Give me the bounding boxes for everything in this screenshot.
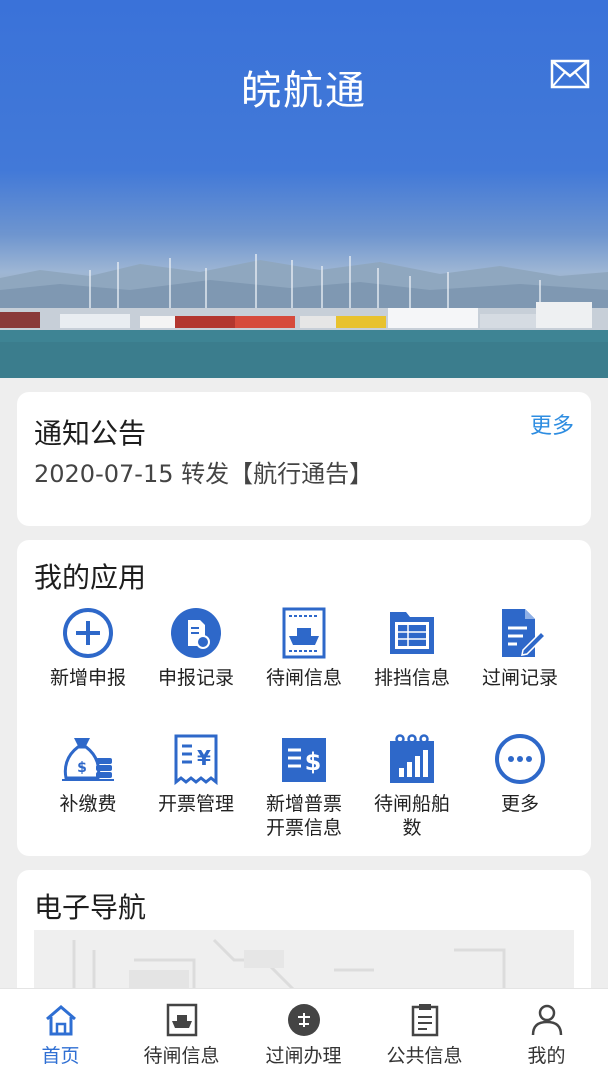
clipboard-icon — [411, 1004, 438, 1037]
notice-more-link[interactable]: 更多 — [530, 408, 574, 440]
ship-lock-icon — [282, 607, 326, 659]
tab-label: 待闸信息 — [143, 1045, 220, 1067]
app-label: 开票管理 — [157, 793, 234, 815]
app-waiting-lock-info[interactable]: 待闸信息 — [249, 606, 359, 690]
notice-title: 通知公告 — [34, 417, 147, 450]
svg-text:$: $ — [305, 748, 322, 776]
money-bag-icon: $ — [62, 738, 114, 781]
app-new-declaration[interactable]: 新增申报 — [33, 606, 143, 690]
tab-label: 过闸办理 — [265, 1045, 342, 1067]
notice-card: 通知公告 更多 2020-07-15 转发【航行通告】 — [17, 392, 591, 526]
app-waiting-ship-count[interactable]: 待闸船舶 数 — [357, 732, 467, 840]
app-label-line2: 数 — [402, 817, 422, 839]
more-circle-icon — [495, 734, 545, 784]
app-more[interactable]: 更多 — [465, 732, 575, 816]
app-new-invoice-info[interactable]: $ 新增普票 开票信息 — [249, 732, 359, 840]
calendar-chart-icon — [390, 734, 434, 783]
app-declaration-record[interactable]: 申报记录 — [141, 606, 251, 690]
app-invoice-management[interactable]: ¥ 开票管理 — [141, 732, 251, 816]
app-label: 新增申报 — [49, 667, 126, 689]
app-title: 皖航通 — [241, 68, 367, 114]
app-label: 更多 — [500, 793, 539, 815]
bottom-tab-bar: 首页 待闸信息 过闸办理 公共信息 我的 — [0, 988, 608, 1080]
process-icon — [287, 1004, 320, 1036]
invoice-dollar-icon: $ — [282, 738, 326, 782]
app-label: 排挡信息 — [373, 667, 450, 689]
tab-lock-passage-processing[interactable]: 过闸办理 — [243, 989, 364, 1080]
app-lock-passage-record[interactable]: 过闸记录 — [465, 606, 575, 690]
app-label: 待闸信息 — [265, 667, 342, 689]
tab-mine[interactable]: 我的 — [486, 989, 607, 1080]
tab-label: 首页 — [41, 1045, 80, 1067]
electronic-navigation-title: 电子导航 — [34, 891, 147, 924]
app-schedule-info[interactable]: 排挡信息 — [357, 606, 467, 690]
ship-lock-icon — [166, 1003, 197, 1037]
my-apps-title: 我的应用 — [34, 561, 147, 594]
tab-label: 我的 — [527, 1045, 566, 1067]
plus-circle-icon — [63, 608, 113, 658]
user-icon — [531, 1004, 562, 1036]
invoice-icon: ¥ — [174, 734, 218, 786]
app-supplementary-payment[interactable]: $ 补缴费 — [33, 732, 143, 816]
tab-public-info[interactable]: 公共信息 — [364, 989, 485, 1080]
tab-label: 公共信息 — [386, 1045, 463, 1067]
notice-latest-item[interactable]: 2020-07-15 转发【航行通告】 — [34, 454, 373, 489]
app-label: 待闸船舶 — [373, 793, 450, 815]
svg-text:¥: ¥ — [197, 746, 211, 770]
harbor-background-image — [0, 254, 608, 378]
record-document-icon — [171, 608, 221, 658]
app-label: 过闸记录 — [481, 667, 558, 689]
tab-waiting-lock-info[interactable]: 待闸信息 — [121, 989, 242, 1080]
mail-icon[interactable] — [550, 58, 590, 90]
app-label: 新增普票 — [265, 793, 342, 815]
header-banner: 皖航通 — [0, 0, 608, 378]
app-label: 补缴费 — [59, 793, 117, 815]
svg-text:$: $ — [77, 760, 87, 776]
folder-grid-icon — [390, 612, 434, 654]
tab-home[interactable]: 首页 — [0, 989, 121, 1080]
app-label-line2: 开票信息 — [265, 817, 342, 839]
app-label: 申报记录 — [157, 667, 234, 689]
my-apps-card: 我的应用 新增申报 申报记录 待闸信息 排挡信息 过闸记录 $ 补缴费 ¥ 开票… — [17, 540, 591, 856]
document-edit-icon — [502, 609, 547, 657]
home-icon — [45, 1005, 76, 1036]
